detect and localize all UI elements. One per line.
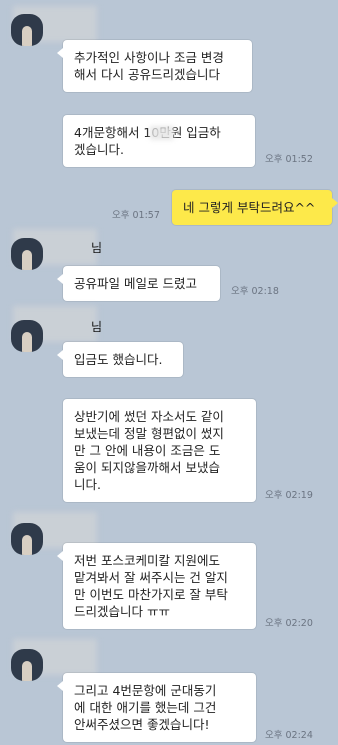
my-message-bubble[interactable]: 네 그렇게 부탁드려요^^ (172, 190, 338, 225)
message-bubble[interactable]: 상반기에 썼던 자소서도 같이 보냈는데 정말 형편없이 썼지 만 그 안에 내… (63, 399, 256, 502)
avatar[interactable] (11, 14, 43, 46)
redacted-amount (150, 126, 174, 140)
message-time: 오후 02:20 (265, 618, 313, 629)
sender-name-fragment: 님 (91, 241, 103, 255)
avatar[interactable] (11, 320, 43, 352)
message-time: 오후 02:24 (265, 730, 313, 741)
message-time: 오후 02:18 (231, 286, 279, 297)
message-bubble[interactable]: 그리고 4번문항에 군대동기 에 대한 애기를 했는데 그건 안써주셨으면 좋겠… (57, 673, 256, 742)
avatar[interactable] (11, 523, 43, 555)
message-time: 오후 02:19 (265, 490, 313, 501)
avatar[interactable] (11, 649, 43, 681)
message-bubble[interactable]: 추가적인 사항이나 조금 변경 해서 다시 공유드리겠습니다 (57, 40, 252, 92)
message-bubble[interactable]: 저번 포스코케미칼 지원에도 맡겨봐서 잘 써주시는 건 알지 만 이번도 마찬… (57, 543, 256, 629)
avatar[interactable] (11, 238, 43, 270)
sender-name-fragment: 님 (91, 320, 103, 334)
message-time: 오후 01:52 (265, 154, 313, 165)
message-bubble[interactable]: 공유파일 메일로 드렸고 (57, 266, 220, 301)
message-time: 오후 01:57 (112, 210, 160, 221)
message-bubble[interactable]: 4개문항해서 10만원 입금하 겠습니다. (63, 115, 255, 167)
message-bubble[interactable]: 입금도 했습니다. (57, 342, 183, 377)
